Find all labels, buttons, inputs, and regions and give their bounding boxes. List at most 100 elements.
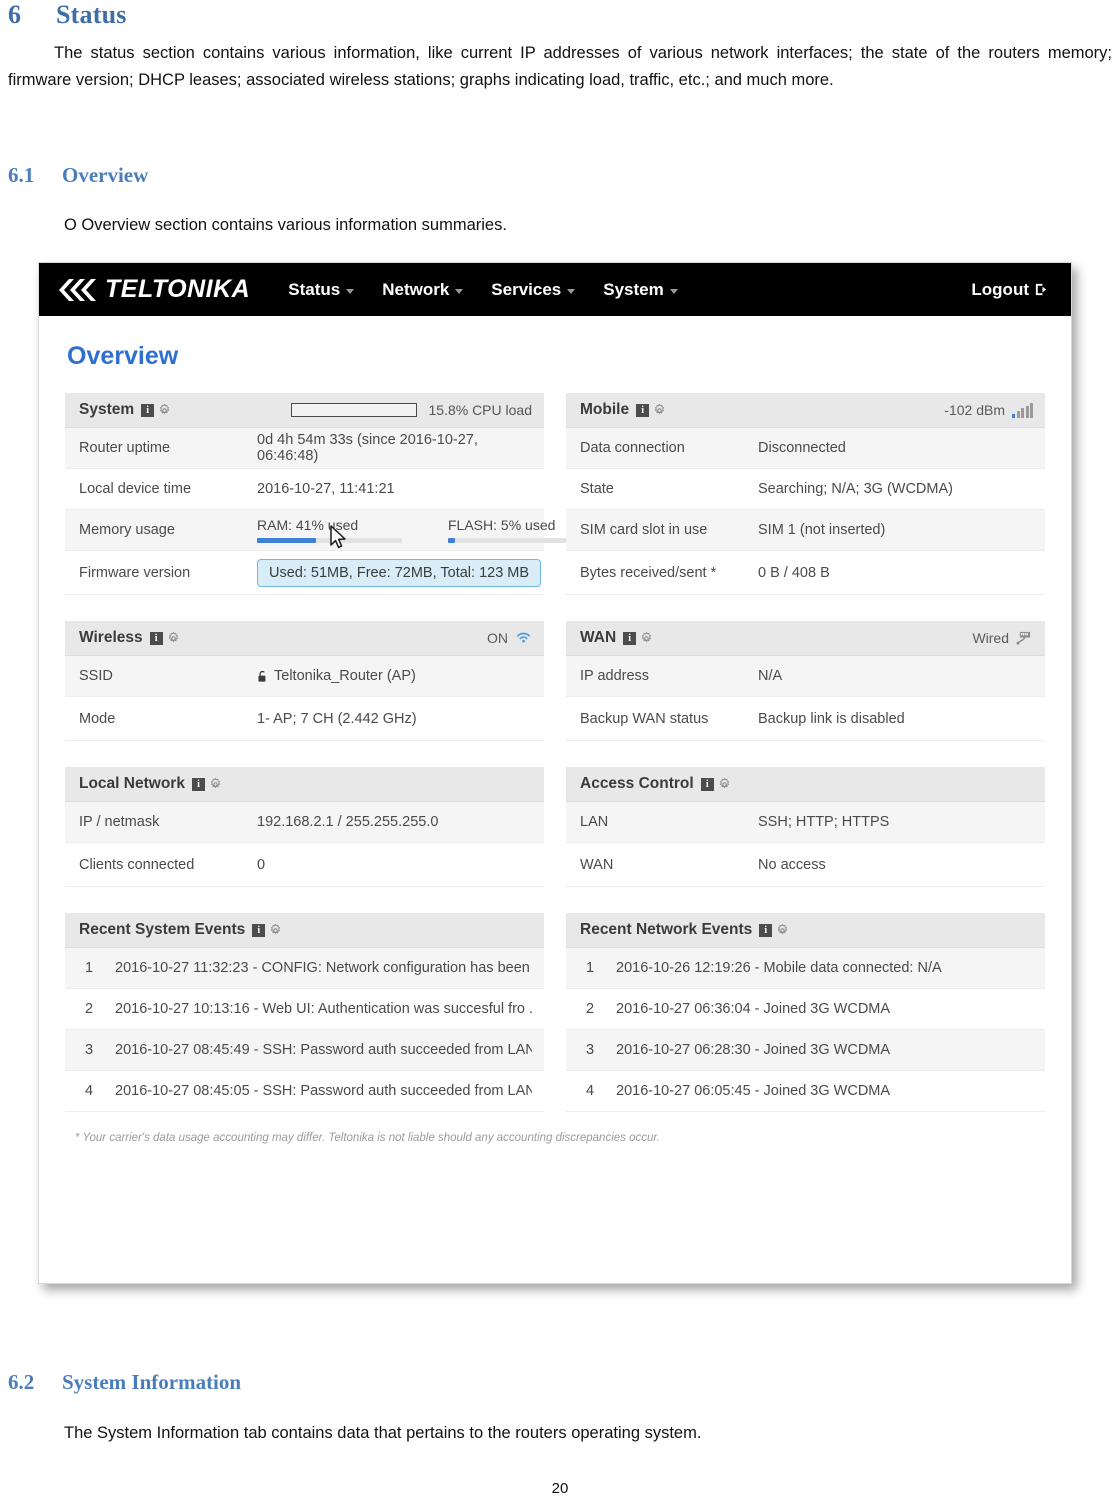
teltonika-logo[interactable]: TELTONIKA [57, 275, 250, 305]
browser-viewport: TELTONIKA Status Network Services System… [38, 262, 1072, 1284]
row-value: 0 [257, 856, 266, 873]
event-text: 2016-10-27 06:28:30 - Joined 3G WCDMA [616, 1042, 891, 1058]
top-navigation-bar: TELTONIKA Status Network Services System… [39, 263, 1071, 316]
table-row-ssid: SSID Teltonika_Router (AP) [65, 656, 544, 697]
panel-recent-network-events: Recent Network Events i 1 2016-10-26 12:… [566, 913, 1045, 1112]
event-index: 1 [586, 960, 595, 976]
table-row: Clients connected 0 [65, 843, 544, 887]
info-icon[interactable]: i [759, 923, 773, 937]
row-label: Data connection [580, 440, 685, 456]
table-row: IP address N/A [566, 656, 1045, 697]
row-label: SSID [79, 668, 113, 684]
gear-icon[interactable] [158, 403, 171, 417]
heading-6-1-title: Overview [62, 163, 149, 187]
panel-recent-system-events-rows: 1 2016-10-27 11:32:23 - CONFIG: Network … [65, 948, 544, 1112]
gear-icon[interactable] [269, 923, 282, 937]
carrier-disclaimer-footnote: * Your carrier's data usage accounting m… [75, 1132, 660, 1144]
panel-access-control-rows: LAN SSH; HTTP; HTTPS WAN No access [566, 802, 1045, 887]
logout-label: Logout [971, 279, 1029, 299]
gear-icon[interactable] [776, 923, 789, 937]
row-label: State [580, 481, 614, 497]
nav-item-services[interactable]: Services [491, 279, 576, 300]
info-icon[interactable]: i [191, 777, 205, 791]
event-text: 2016-10-26 12:19:26 - Mobile data connec… [616, 960, 942, 976]
info-icon[interactable]: i [636, 403, 650, 417]
panel-access-control: Access Control i LAN SSH; HTTP; HTTPS WA… [566, 767, 1045, 887]
nav-item-services-label: Services [491, 279, 562, 299]
row-value: 0 B / 408 B [758, 564, 830, 581]
list-item: 2 2016-10-27 10:13:16 - Web UI: Authenti… [65, 989, 544, 1030]
chevron-down-icon [567, 288, 576, 294]
row-label: LAN [580, 814, 609, 830]
info-icon[interactable]: i [149, 631, 163, 645]
chevron-down-icon [455, 288, 464, 294]
logout-button[interactable]: Logout [971, 280, 1049, 300]
table-row: Data connection Disconnected [566, 428, 1045, 469]
event-text: 2016-10-27 06:05:45 - Joined 3G WCDMA [616, 1083, 891, 1099]
gear-icon[interactable] [209, 777, 222, 791]
overview-paragraph: O Overview section contains various info… [64, 216, 507, 234]
event-index: 1 [85, 960, 94, 976]
event-index: 4 [586, 1083, 595, 1099]
table-row: IP / netmask 192.168.2.1 / 255.255.255.0 [65, 802, 544, 843]
row-value: SIM 1 (not inserted) [758, 522, 886, 538]
event-text: 2016-10-27 08:45:49 - SSH: Password auth… [115, 1042, 532, 1058]
row-label: Backup WAN status [580, 710, 709, 727]
panel-wan-title: WAN [580, 629, 617, 646]
row-value: Teltonika_Router (AP) [274, 668, 416, 684]
table-row: Mode 1- AP; 7 CH (2.442 GHz) [65, 697, 544, 741]
table-row-memory-usage: Memory usage RAM: 41% used FLASH: 5% use… [65, 510, 593, 551]
gear-icon[interactable] [718, 777, 731, 791]
panel-recent-system-events-header: Recent System Events i [65, 913, 544, 948]
nav-item-status-label: Status [288, 279, 341, 299]
info-icon[interactable]: i [623, 631, 637, 645]
page-content: Overview System i 15.8% CPU load Router … [39, 316, 1071, 1144]
panel-row-4: Recent System Events i 1 2016-10-27 11:3… [65, 913, 1045, 1112]
nav-item-network[interactable]: Network [382, 280, 464, 300]
panel-recent-network-events-title: Recent Network Events [580, 921, 753, 938]
heading-6-1-overview: 6.1 Overview [8, 163, 1112, 188]
panel-access-control-title: Access Control [580, 775, 694, 792]
row-label: IP / netmask [79, 814, 160, 830]
panel-row-3: Local Network i IP / netmask 192.168.2.1… [65, 767, 1045, 887]
ram-usage: RAM: 41% used [257, 517, 402, 543]
event-index: 3 [85, 1042, 94, 1058]
panel-system-title: System [79, 401, 135, 418]
page-title: Overview [67, 342, 179, 370]
list-item: 3 2016-10-27 08:45:49 - SSH: Password au… [65, 1030, 544, 1071]
row-value: 0d 4h 54m 33s (since 2016-10-27, 06:46:4… [257, 432, 478, 464]
heading-6-2-number: 6.2 [8, 1370, 35, 1394]
nav-item-status[interactable]: Status [288, 279, 355, 300]
table-row: State Searching; N/A; 3G (WCDMA) [566, 469, 1045, 510]
heading-6-1-number: 6.1 [8, 163, 35, 187]
panel-mobile-header: Mobile i -102 dBm [566, 393, 1045, 428]
table-row: LAN SSH; HTTP; HTTPS [566, 802, 1045, 843]
chevron-down-icon [346, 288, 355, 294]
info-icon[interactable]: i [252, 923, 266, 937]
panel-recent-system-events: Recent System Events i 1 2016-10-27 11:3… [65, 913, 544, 1112]
list-item: 1 2016-10-27 11:32:23 - CONFIG: Network … [65, 948, 544, 989]
info-icon[interactable]: i [700, 777, 714, 791]
gear-icon[interactable] [640, 631, 653, 645]
table-row: SIM card slot in use SIM 1 (not inserted… [566, 510, 1045, 551]
list-item: 1 2016-10-26 12:19:26 - Mobile data conn… [566, 948, 1045, 989]
gear-icon[interactable] [653, 403, 666, 417]
list-item: 4 2016-10-27 08:45:05 - SSH: Password au… [65, 1071, 544, 1112]
info-icon[interactable]: i [141, 403, 155, 417]
event-text: 2016-10-27 10:13:16 - Web UI: Authentica… [115, 1001, 532, 1017]
panel-wireless-title: Wireless [79, 629, 143, 646]
panel-access-control-header: Access Control i [566, 767, 1045, 802]
row-label: Firmware version [79, 564, 191, 581]
row-label: Mode [79, 710, 116, 727]
cpu-load-indicator: 15.8% CPU load [291, 402, 532, 418]
table-row: Backup WAN status Backup link is disable… [566, 697, 1045, 741]
row-label: SIM card slot in use [580, 522, 708, 538]
ram-usage-label: RAM: 41% used [257, 517, 359, 533]
gear-icon[interactable] [167, 631, 180, 645]
panel-wan-rows: IP address N/A Backup WAN status Backup … [566, 656, 1045, 741]
panel-row-2: Wireless i ON SSID Teltonika_Router (AP)… [65, 621, 1045, 741]
table-row: Bytes received/sent * 0 B / 408 B [566, 551, 1045, 595]
panel-row-1: System i 15.8% CPU load Router uptime 0d… [65, 393, 1045, 595]
nav-item-system[interactable]: System [603, 280, 678, 300]
heading-6-status: 6 Status [8, 0, 1112, 30]
